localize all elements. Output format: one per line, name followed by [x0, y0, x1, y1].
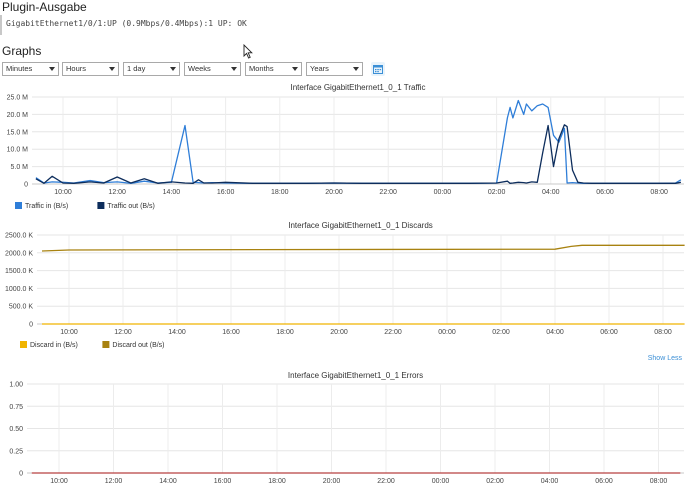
years-select[interactable]: Years [306, 62, 363, 76]
x-tick-label: 10:00 [50, 478, 68, 485]
x-tick-label: 14:00 [168, 329, 186, 336]
legend-label[interactable]: Discard out (B/s) [112, 342, 164, 349]
series-line-1 [41, 244, 685, 252]
minutes-select-value: Minutes [6, 64, 33, 73]
weeks-select[interactable]: Weeks [184, 62, 241, 76]
chevron-down-icon [170, 67, 176, 71]
x-tick-label: 16:00 [222, 329, 240, 336]
y-tick-label: 0.25 [9, 448, 23, 455]
hours-select-value: Hours [66, 64, 87, 73]
x-tick-label: 00:00 [432, 478, 450, 485]
x-tick-label: 02:00 [486, 478, 504, 485]
chart-title: Interface GigabitEthernet1_0_1 Errors [288, 371, 423, 380]
x-tick-label: 14:00 [163, 189, 181, 196]
x-tick-label: 20:00 [330, 329, 348, 336]
x-tick-label: 08:00 [654, 329, 672, 336]
y-tick-label: 0.75 [9, 404, 23, 411]
y-tick-label: 5.0 M [10, 164, 28, 171]
quote-bar [0, 15, 2, 35]
x-tick-label: 16:00 [217, 189, 235, 196]
x-tick-label: 00:00 [434, 189, 452, 196]
x-tick-label: 06:00 [596, 189, 614, 196]
chart-title: Interface GigabitEthernet1_0_1 Traffic [290, 83, 425, 92]
legend-label[interactable]: Discard in (B/s) [30, 342, 78, 349]
y-tick-label: 20.0 M [7, 112, 29, 119]
chevron-down-icon [231, 67, 237, 71]
x-tick-label: 04:00 [541, 478, 559, 485]
legend-label[interactable]: Traffic out (B/s) [107, 203, 154, 210]
y-tick-label: 2500.0 K [5, 233, 33, 240]
x-tick-label: 06:00 [595, 478, 613, 485]
weeks-select-value: Weeks [188, 64, 211, 73]
x-tick-label: 22:00 [384, 329, 402, 336]
x-tick-label: 22:00 [379, 189, 397, 196]
y-tick-label: 0.50 [9, 426, 23, 433]
x-tick-label: 10:00 [60, 329, 78, 336]
y-tick-label: 2000.0 K [5, 250, 33, 257]
hours-select[interactable]: Hours [62, 62, 119, 76]
calendar-icon[interactable] [371, 62, 385, 76]
x-tick-label: 14:00 [159, 478, 177, 485]
x-tick-label: 12:00 [114, 329, 132, 336]
errors-chart: Interface GigabitEthernet1_0_1 Errors 0 0.… [9, 371, 684, 485]
legend-swatch [20, 341, 27, 348]
chevron-down-icon [292, 67, 298, 71]
y-tick-label: 1.00 [9, 382, 23, 389]
x-tick-label: 12:00 [108, 189, 126, 196]
y-tick-label: 0 [24, 182, 28, 189]
legend-swatch [102, 341, 110, 348]
range-select[interactable]: 1 day [123, 62, 180, 76]
mouse-cursor-icon [243, 44, 253, 59]
plugin-output-title: Plugin-Ausgabe [2, 0, 87, 14]
x-tick-label: 18:00 [271, 189, 289, 196]
x-tick-label: 18:00 [276, 329, 294, 336]
y-tick-label: 500.0 K [9, 304, 33, 311]
x-tick-label: 20:00 [323, 478, 341, 485]
x-tick-label: 04:00 [546, 329, 564, 336]
y-tick-label: 0 [29, 322, 33, 329]
x-tick-label: 02:00 [492, 329, 510, 336]
chevron-down-icon [109, 67, 115, 71]
y-tick-label: 15.0 M [7, 129, 29, 136]
y-tick-label: 0 [19, 471, 23, 478]
months-select-value: Months [249, 64, 274, 73]
y-tick-label: 1500.0 K [5, 268, 33, 275]
show-less-link[interactable]: Show Less [648, 355, 682, 362]
x-tick-label: 12:00 [105, 478, 123, 485]
x-tick-label: 20:00 [325, 189, 343, 196]
years-select-value: Years [310, 64, 329, 73]
legend-swatch [15, 202, 22, 209]
plugin-output-text: GigabitEthernet1/0/1:UP (0.9Mbps/0.4Mbps… [6, 19, 247, 28]
x-tick-label: 08:00 [650, 478, 668, 485]
y-tick-label: 1000.0 K [5, 286, 33, 293]
range-select-value: 1 day [127, 64, 146, 73]
discards-chart: Interface GigabitEthernet1_0_1 Discards 0… [5, 221, 685, 349]
legend-swatch [97, 202, 105, 209]
x-tick-label: 00:00 [438, 329, 456, 336]
x-tick-label: 16:00 [214, 478, 232, 485]
traffic-chart: Interface GigabitEthernet1_0_1 Traffic 0 5… [7, 83, 684, 210]
series-line-1 [35, 124, 682, 184]
x-tick-label: 22:00 [377, 478, 395, 485]
x-tick-label: 06:00 [600, 329, 618, 336]
y-tick-label: 10.0 M [7, 147, 29, 154]
graphs-title: Graphs [2, 44, 42, 58]
x-tick-label: 18:00 [268, 478, 286, 485]
plugin-output-box: GigabitEthernet1/0/1:UP (0.9Mbps/0.4Mbps… [0, 13, 690, 37]
legend-label[interactable]: Traffic in (B/s) [25, 203, 68, 210]
x-tick-label: 02:00 [488, 189, 506, 196]
x-tick-label: 04:00 [542, 189, 560, 196]
chevron-down-icon [49, 67, 55, 71]
months-select[interactable]: Months [245, 62, 302, 76]
chart-title: Interface GigabitEthernet1_0_1 Discards [288, 221, 433, 230]
x-tick-label: 08:00 [650, 189, 668, 196]
x-tick-label: 10:00 [54, 189, 72, 196]
y-tick-label: 25.0 M [7, 95, 29, 102]
minutes-select[interactable]: Minutes [2, 62, 59, 76]
chevron-down-icon [353, 67, 359, 71]
series-line-0 [35, 99, 682, 184]
